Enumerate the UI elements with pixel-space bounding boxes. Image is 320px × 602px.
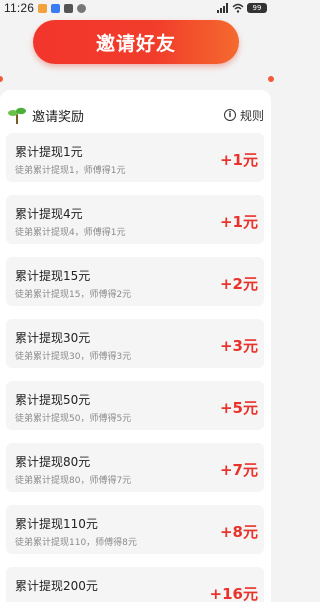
section-header: 邀请奖励 i 规则 [8,104,264,126]
signal-icon [217,3,228,13]
reward-row: 累计提现4元 徒弟累计提现4，师傅得1元 +1元 [6,195,264,244]
reward-amount: +7元 [219,461,258,479]
left-edge-dot [0,76,3,82]
battery-icon: 99 [247,3,267,13]
reward-description: 徒弟累计提现15，师傅得2元 [15,290,132,300]
reward-title: 累计提现200元 [15,579,98,593]
reward-title: 累计提现1元 [15,145,83,159]
message-icon [64,3,74,13]
reward-title: 累计提现15元 [15,269,91,283]
notification-icon [38,3,48,13]
reward-title: 累计提现110元 [15,517,98,531]
reward-description: 徒弟累计提现50，师傅得5元 [15,414,132,424]
reward-description: 徒弟累计提现80，师傅得7元 [15,476,132,486]
reward-amount: +8元 [219,523,258,541]
right-edge-dot [268,76,274,82]
rules-link[interactable]: i 规则 [223,107,264,124]
reward-amount: +1元 [219,213,258,231]
reward-row: 累计提现15元 徒弟累计提现15，师傅得2元 +2元 [6,257,264,306]
rules-label: 规则 [239,108,264,123]
reward-row: 累计提现1元 徒弟累计提现1，师傅得1元 +1元 [6,133,264,182]
wifi-icon [232,3,244,13]
reward-amount: +1元 [219,151,258,169]
misc-icon [77,3,87,13]
reward-title: 累计提现4元 [15,207,83,221]
info-icon: i [223,109,236,121]
reward-row: 累计提现110元 徒弟累计提现110，师傅得8元 +8元 [6,505,264,554]
reward-description: 徒弟累计提现4，师傅得1元 [15,228,126,238]
reward-row: 累计提现200元 +16元 [6,567,264,602]
reward-amount: +3元 [219,337,258,355]
reward-title: 累计提现50元 [15,393,91,407]
status-bar: 11:26 99 [0,0,271,16]
reward-description: 徒弟累计提现110，师傅得8元 [15,538,137,548]
sprout-icon [8,107,26,124]
section-title: 邀请奖励 [32,109,85,125]
invite-friends-button[interactable]: 邀请好友 [33,20,239,64]
status-right: 99 [217,3,267,13]
status-left: 11:26 [4,1,87,15]
reward-amount: +16元 [209,585,258,602]
app-notification-icon [51,3,61,13]
reward-description: 徒弟累计提现1，师傅得1元 [15,166,126,176]
reward-amount: +5元 [219,399,258,417]
reward-row: 累计提现80元 徒弟累计提现80，师傅得7元 +7元 [6,443,264,492]
reward-amount: +2元 [219,275,258,293]
reward-description: 徒弟累计提现30，师傅得3元 [15,352,132,362]
reward-title: 累计提现30元 [15,331,91,345]
status-time: 11:26 [4,1,35,15]
reward-title: 累计提现80元 [15,455,91,469]
reward-row: 累计提现50元 徒弟累计提现50，师傅得5元 +5元 [6,381,264,430]
reward-row: 累计提现30元 徒弟累计提现30，师傅得3元 +3元 [6,319,264,368]
